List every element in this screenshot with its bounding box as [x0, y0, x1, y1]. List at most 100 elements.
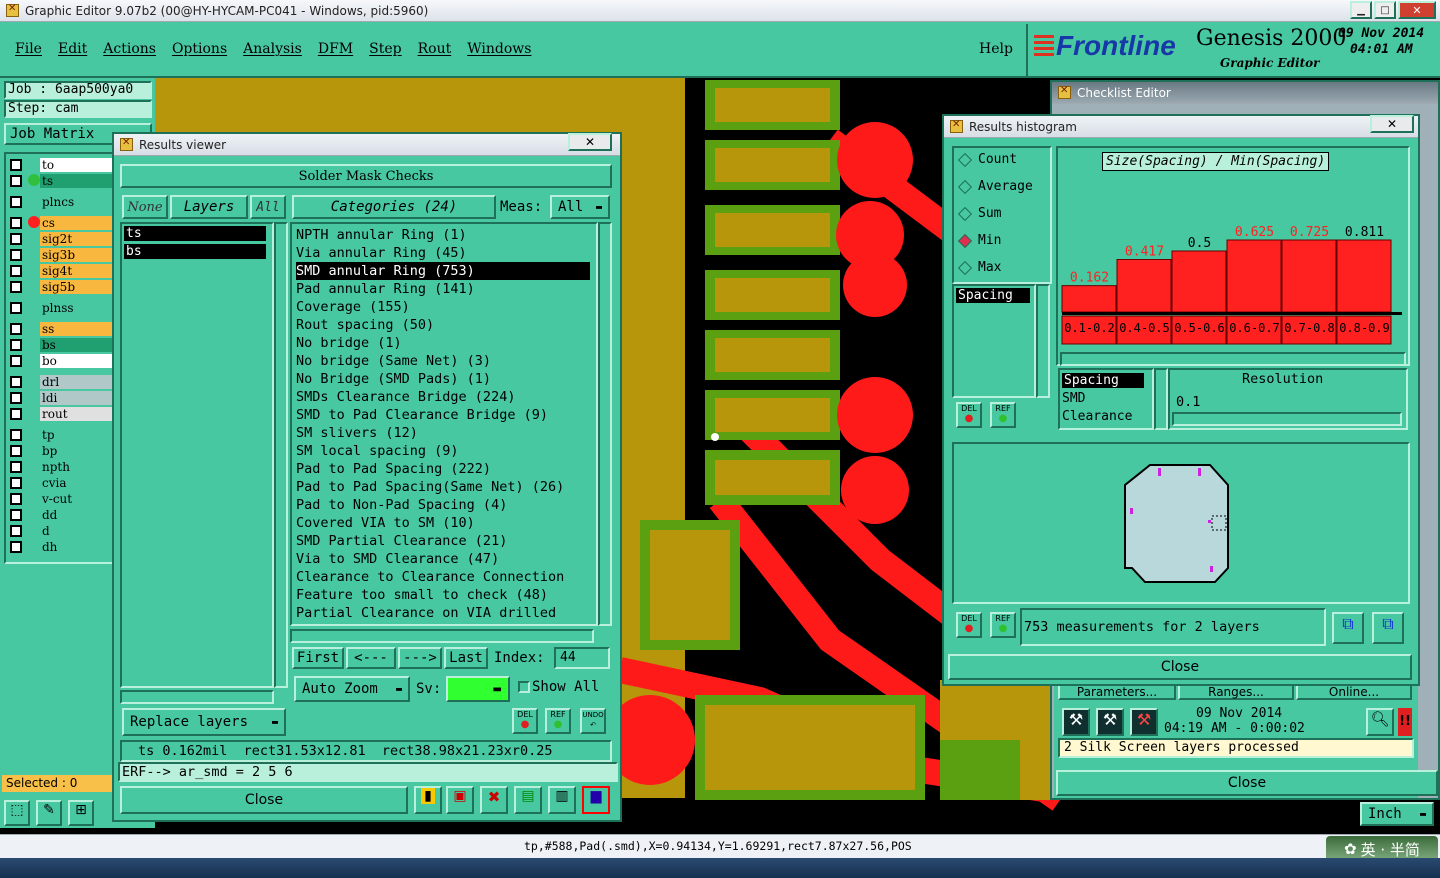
layer-row-bs[interactable]: bs [8, 337, 112, 352]
layer-checkbox[interactable] [10, 375, 22, 388]
layer-row-v-cut[interactable]: v-cut [8, 491, 112, 506]
layer-row-cvia[interactable]: cvia [8, 475, 112, 490]
histogram-right-vscroll[interactable] [1154, 368, 1168, 430]
histogram-right-list-item[interactable]: Clearance [1062, 409, 1132, 424]
layer-checkbox[interactable] [10, 248, 22, 261]
histogram-close-button[interactable]: Close [948, 654, 1412, 680]
histogram-bar[interactable] [1281, 239, 1337, 313]
layer-checkbox[interactable] [10, 195, 22, 208]
histogram-chart-hscroll[interactable] [1060, 352, 1406, 366]
minimize-button[interactable]: ▁ [1350, 1, 1372, 19]
layer-row-rout[interactable]: rout [8, 406, 112, 421]
layer-row-sig5b[interactable]: sig5b [8, 279, 112, 294]
layer-checkbox[interactable] [10, 354, 22, 367]
online-button[interactable]: Online... [1296, 684, 1412, 700]
layer-checkbox[interactable] [10, 540, 22, 553]
layer-checkbox[interactable] [10, 338, 22, 351]
menu-edit[interactable]: Edit [58, 41, 87, 57]
menu-actions[interactable]: Actions [103, 41, 156, 57]
auto-zoom-select[interactable]: Auto Zoom ▬ [294, 676, 410, 702]
ranges-button[interactable]: Ranges... [1178, 684, 1294, 700]
category-item[interactable]: Covered VIA to SM (10) [296, 514, 590, 532]
category-item[interactable]: Coverage (155) [296, 298, 590, 316]
layer-checkbox[interactable] [10, 301, 22, 314]
layer-row-dh[interactable]: dh [8, 539, 112, 554]
layer-checkbox[interactable] [10, 216, 22, 229]
layer-row-tp[interactable]: tp [8, 427, 112, 442]
layer-row-drl[interactable]: drl [8, 374, 112, 389]
histogram-ref-button[interactable]: REF ● [990, 612, 1016, 638]
prev-button[interactable]: <--- [346, 647, 396, 669]
histogram-left-list-item[interactable]: Spacing [956, 288, 1030, 303]
layer-row-bp[interactable]: bp [8, 443, 112, 458]
category-item[interactable]: Partial Clearance on VIA drilled [296, 604, 590, 622]
first-button[interactable]: First [292, 647, 344, 669]
categories-button[interactable]: Categories (24) [292, 195, 496, 219]
units-select[interactable]: Inch ▬ [1360, 802, 1434, 826]
del-button[interactable]: DEL ● [512, 708, 538, 734]
category-item[interactable]: SMD annular Ring (753) [296, 262, 590, 280]
category-item[interactable]: Via annular Ring (45) [296, 244, 590, 262]
category-item[interactable]: SMD Partial Clearance (21) [296, 532, 590, 550]
category-item[interactable]: Pad annular Ring (141) [296, 280, 590, 298]
category-item[interactable]: Pad to Pad Spacing(Same Net) (26) [296, 478, 590, 496]
viewer-tool-icon-5[interactable]: ▥ [548, 786, 576, 814]
run-icon-1[interactable]: ⚒ [1062, 708, 1090, 736]
close-window-button[interactable]: ✕ [1398, 1, 1436, 19]
category-item[interactable]: SM local spacing (9) [296, 442, 590, 460]
histogram-right-list-item[interactable]: SMD [1062, 391, 1085, 406]
layer-checkbox[interactable] [10, 444, 22, 457]
parameters-button[interactable]: Parameters... [1058, 684, 1176, 700]
undo-button[interactable]: UNDO ↶ [580, 708, 606, 734]
layer-row-plncs[interactable]: plncs [8, 194, 112, 209]
histogram-bar[interactable] [1226, 239, 1282, 313]
results-viewer-close-button[interactable]: Close [120, 786, 408, 814]
layer-row-cs[interactable]: cs [8, 215, 112, 230]
results-viewer-close-icon[interactable]: ✕ [568, 133, 612, 151]
category-item[interactable]: No bridge (Same Net) (3) [296, 352, 590, 370]
tool-grid-icon[interactable]: ⊞ [68, 800, 94, 826]
category-item[interactable]: No bridge (1) [296, 334, 590, 352]
layer-row-sig3b[interactable]: sig3b [8, 247, 112, 262]
category-item[interactable]: Feature too small to check (48) [296, 586, 590, 604]
histogram-bar[interactable] [1061, 285, 1117, 313]
layer-checkbox[interactable] [10, 174, 22, 187]
histogram-ref-button-top[interactable]: REF ● [990, 402, 1016, 428]
layer-checkbox[interactable] [10, 322, 22, 335]
viewer-tool-icon-3[interactable]: ✖ [480, 786, 508, 814]
layer-checkbox[interactable] [10, 524, 22, 537]
layer-row-to[interactable]: to [8, 157, 112, 172]
stat-option-average[interactable]: Average [957, 179, 1033, 194]
category-item[interactable]: Pad to Non-Pad Spacing (4) [296, 496, 590, 514]
menu-dfm[interactable]: DFM [318, 41, 353, 57]
results-layer-item[interactable]: ts [124, 226, 266, 241]
layers-button[interactable]: Layers [170, 195, 248, 219]
menu-file[interactable]: File [15, 41, 42, 57]
menu-step[interactable]: Step [369, 41, 401, 57]
results-layer-hscroll[interactable] [120, 690, 274, 704]
replace-layers-select[interactable]: Replace layers ▬ [122, 708, 286, 736]
category-item[interactable]: Clearance to Clearance Connection [296, 568, 590, 586]
layer-row-dd[interactable]: dd [8, 507, 112, 522]
tool-select-icon[interactable]: ⬚ [4, 800, 30, 826]
layer-row-d[interactable]: d [8, 523, 112, 538]
stat-option-max[interactable]: Max [957, 260, 1001, 275]
layer-checkbox[interactable] [10, 232, 22, 245]
layer-checkbox[interactable] [10, 280, 22, 293]
sv-color-select[interactable]: ▬ [446, 676, 510, 702]
layer-row-plnss[interactable]: plnss [8, 300, 112, 315]
histogram-export-icon-2[interactable]: ⧉ [1372, 612, 1404, 644]
layer-checkbox[interactable] [10, 492, 22, 505]
histogram-close-icon[interactable]: ✕ [1370, 115, 1414, 133]
layer-row-bo[interactable]: bo [8, 353, 112, 368]
histogram-bar[interactable] [1336, 239, 1392, 313]
category-item[interactable]: SM slivers (12) [296, 424, 590, 442]
viewer-tool-icon-2[interactable]: ▣ [446, 786, 474, 814]
category-item[interactable]: SMD to Pad Clearance Bridge (9) [296, 406, 590, 424]
layer-row-sig2t[interactable]: sig2t [8, 231, 112, 246]
stat-option-sum[interactable]: Sum [957, 206, 1001, 221]
layer-row-ldi[interactable]: ldi [8, 390, 112, 405]
stat-option-count[interactable]: Count [957, 152, 1017, 167]
layer-row-ss[interactable]: ss [8, 321, 112, 336]
histogram-export-icon-1[interactable]: ⧉ [1332, 612, 1364, 644]
